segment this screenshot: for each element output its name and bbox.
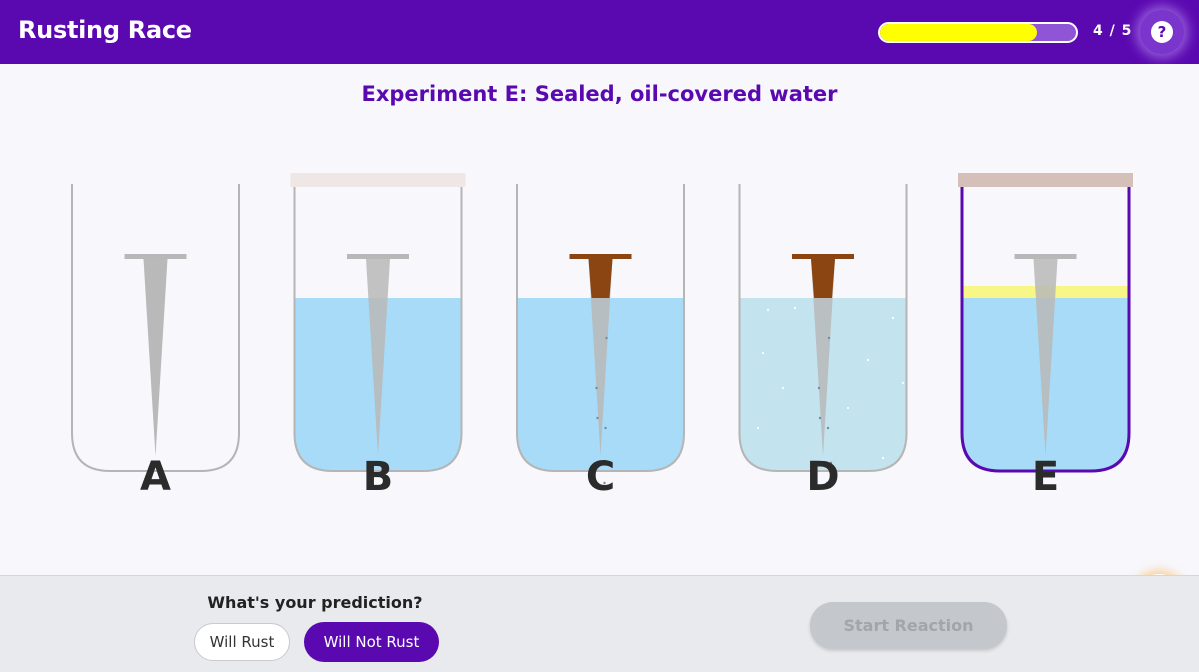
bubble (595, 386, 598, 390)
question-icon: ? (1151, 21, 1173, 43)
salt-particle (781, 386, 785, 390)
beaker-label: E (1032, 454, 1059, 500)
salt-particle (846, 406, 850, 410)
help-button[interactable]: ? (1140, 10, 1184, 54)
salt-particle (761, 351, 765, 355)
progress-fill (880, 24, 1037, 41)
top-bar: Rusting Race 4 / 5 ? (0, 0, 1199, 64)
beaker-e[interactable]: E (958, 173, 1133, 500)
progress-counter: 4 / 5 (1093, 23, 1133, 39)
rust-patch (811, 259, 835, 298)
salt-particle (881, 456, 885, 460)
beaker-lid (290, 173, 466, 187)
nail-head (1014, 254, 1077, 259)
bubble (605, 336, 608, 340)
nail-head (792, 254, 854, 259)
beaker-label: B (363, 454, 394, 500)
beaker-a[interactable]: A (71, 184, 240, 500)
beaker-lid (958, 173, 1133, 187)
salt-particle (891, 316, 895, 320)
nail-head (124, 254, 187, 259)
bubble (826, 426, 830, 430)
beaker-c[interactable]: C (516, 184, 685, 500)
salt-particle (866, 358, 870, 362)
will-rust-button[interactable]: Will Rust (194, 623, 290, 661)
beaker-b[interactable]: B (290, 173, 466, 500)
prediction-question: What's your prediction? (207, 593, 423, 612)
bubble (827, 336, 831, 340)
rust-patch (588, 259, 613, 298)
beaker-label: C (586, 454, 615, 500)
prediction-panel: What's your prediction? Will Rust Will N… (0, 575, 1199, 672)
bubble (596, 416, 599, 420)
bubble (818, 416, 822, 420)
experiment-stage: Experiment E: Sealed, oil-covered water … (0, 64, 1199, 624)
bubble (604, 426, 607, 430)
beaker-area: A B C D E (71, 173, 1133, 500)
start-reaction-button[interactable]: Start Reaction (810, 602, 1007, 649)
bubble (817, 386, 821, 390)
beaker-d[interactable]: D (738, 184, 908, 500)
app-title: Rusting Race (18, 16, 192, 44)
nail-head (569, 254, 632, 259)
progress-bar (878, 22, 1078, 43)
salt-particle (901, 381, 905, 385)
will-not-rust-button[interactable]: Will Not Rust (304, 622, 439, 662)
beaker-label: A (140, 454, 171, 500)
salt-particle (766, 308, 770, 312)
salt-particle (793, 306, 797, 310)
salt-particle (756, 426, 760, 430)
nail-head (347, 254, 409, 259)
beaker-label: D (806, 454, 839, 500)
